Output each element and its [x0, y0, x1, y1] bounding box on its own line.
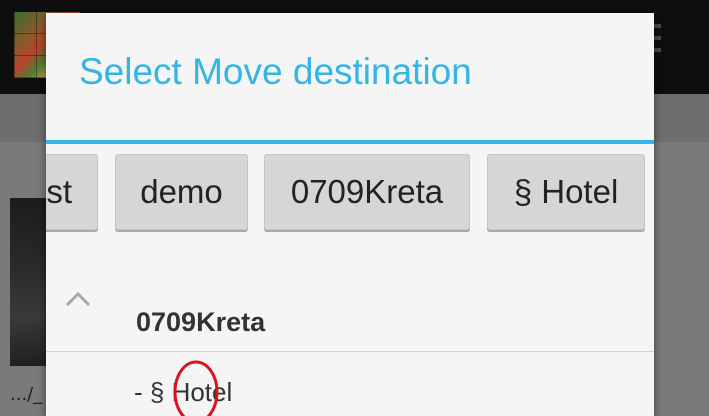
dialog-title: Select Move destination — [79, 51, 472, 92]
tree-root-folder[interactable]: 0709Kreta — [136, 307, 265, 338]
background-photo — [10, 198, 46, 366]
title-divider — [46, 140, 654, 144]
chevron-up-icon[interactable] — [65, 291, 91, 307]
tree-divider — [46, 351, 654, 352]
breadcrumb-chip-st[interactable]: st — [46, 154, 98, 230]
breadcrumb-chip-hotel[interactable]: § Hotel — [487, 154, 645, 230]
background-caption: .../_ — [10, 384, 43, 405]
red-annotation-circle — [173, 360, 219, 416]
breadcrumb-chip-demo[interactable]: demo — [115, 154, 248, 230]
move-destination-dialog: Select Move destination st demo 0709Kret… — [46, 13, 654, 416]
breadcrumb-chip-0709kreta[interactable]: 0709Kreta — [264, 154, 470, 230]
breadcrumb: st demo 0709Kreta § Hotel — [46, 154, 654, 234]
